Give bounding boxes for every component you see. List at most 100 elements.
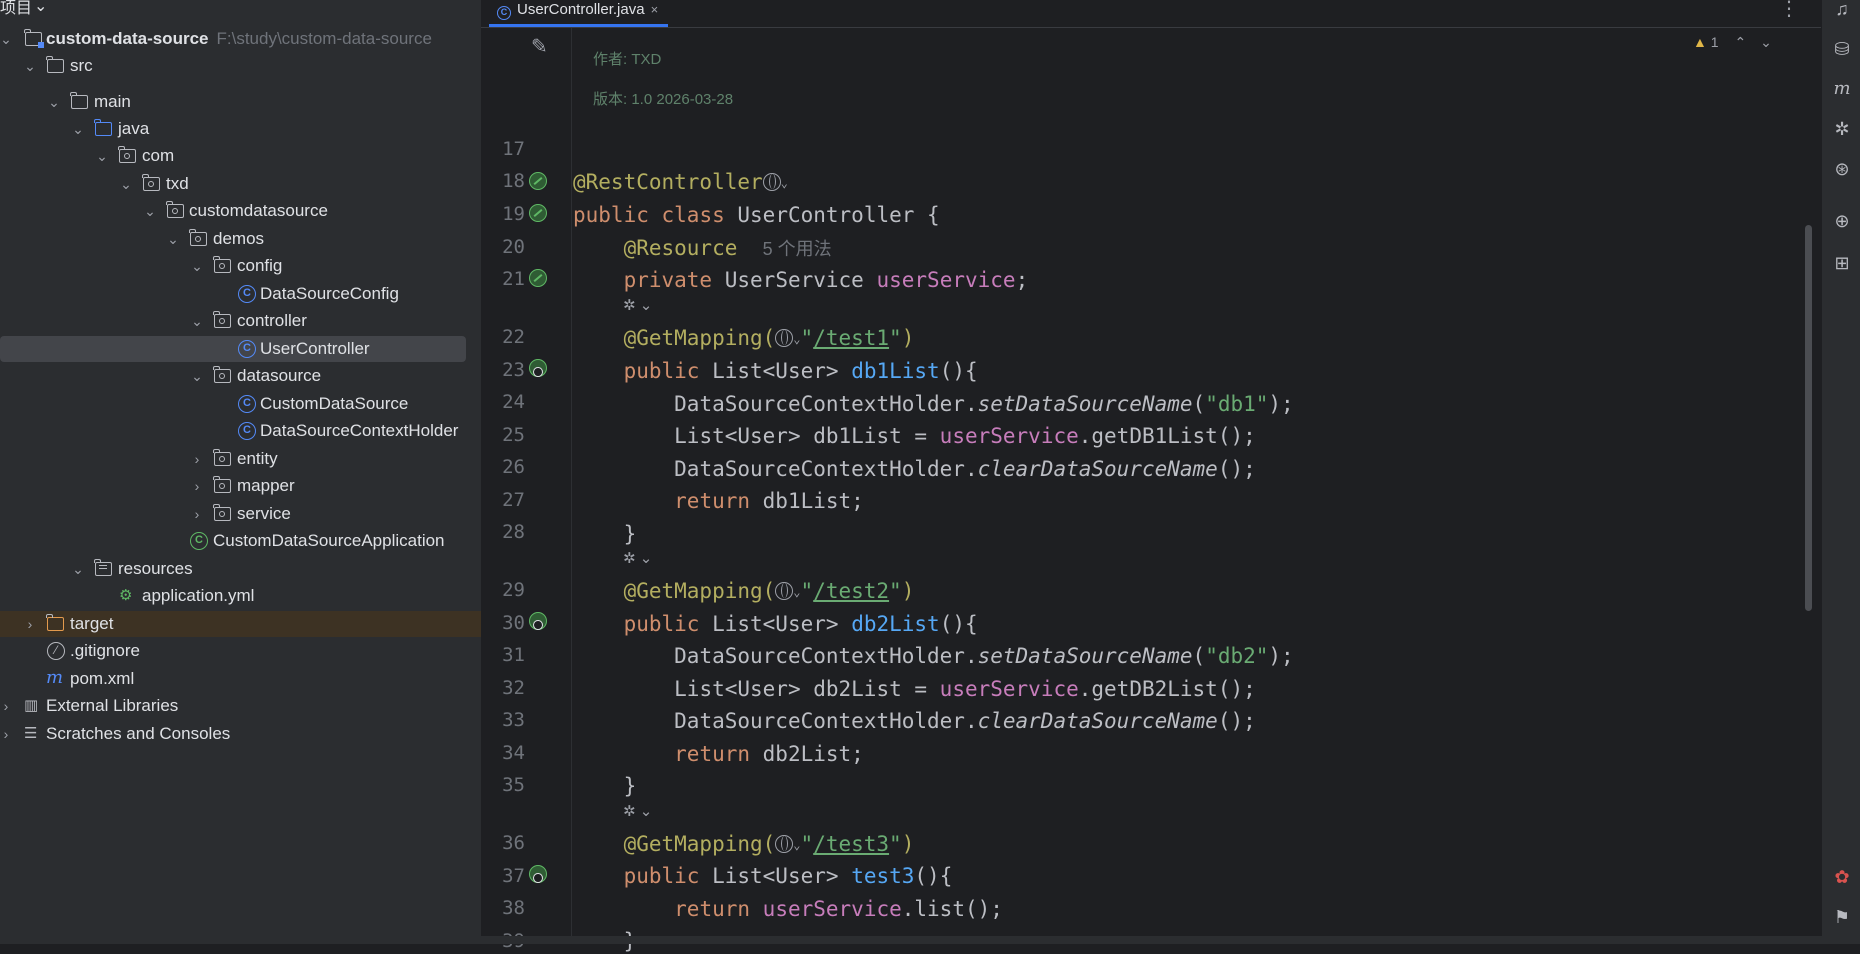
globe-icon[interactable] [775, 582, 794, 600]
endpoint-path[interactable]: /test3 [813, 832, 889, 856]
expand-arrow-icon[interactable]: ⌄ [190, 253, 204, 279]
code-line-31[interactable]: DataSourceContextHolder.setDataSourceNam… [573, 643, 1294, 669]
tree-item-com[interactable]: ⌄ com [0, 143, 481, 169]
expand-arrow-icon[interactable]: ⌄ [119, 171, 133, 197]
ai-assistant-icon[interactable]: ✲ [1831, 118, 1853, 140]
project-header[interactable]: 项目 ⌄ [0, 0, 481, 20]
globe-icon[interactable] [762, 173, 781, 191]
code-line-38[interactable]: return userService.list(); [573, 896, 1003, 922]
expand-arrow-icon[interactable]: ⌄ [95, 143, 109, 169]
tree-item-gitignore[interactable]: ⁄ .gitignore [0, 638, 481, 664]
code-line-22[interactable]: @GetMapping(⌄"/test1") [573, 325, 915, 352]
ai-lens-icon[interactable]: ✲ ⌄ [623, 802, 663, 822]
expand-arrow-icon[interactable]: ⌄ [143, 198, 157, 224]
code-line-20[interactable]: @Resource 5 个用法 [573, 235, 832, 262]
structure-icon[interactable]: ⊞ [1831, 252, 1853, 274]
tree-item-main[interactable]: ⌄ main [0, 89, 481, 115]
tree-item-controller[interactable]: ⌄ controller [0, 308, 481, 334]
chevron-down-icon[interactable]: ⌄ [34, 0, 47, 16]
database-icon[interactable]: ⛁ [1831, 38, 1853, 60]
profiler-icon[interactable]: ✿ [1831, 866, 1853, 888]
expand-arrow-icon[interactable]: ⌄ [71, 556, 85, 582]
code-line-36[interactable]: @GetMapping(⌄"/test3") [573, 831, 915, 858]
chevron-down-icon[interactable]: ⌄ [793, 585, 800, 599]
expand-arrow-icon[interactable]: ⌄ [190, 363, 204, 389]
code-line-29[interactable]: @GetMapping(⌄"/test2") [573, 578, 915, 605]
tree-item-demos[interactable]: ⌄ demos [0, 226, 481, 252]
inspection-widget[interactable]: ▲ 1 ⌃ ⌄ [1693, 34, 1772, 51]
chevron-down-icon[interactable]: ⌄ [781, 176, 788, 190]
expand-arrow-icon[interactable]: ⌄ [23, 53, 37, 79]
jrebel-icon[interactable]: ⚑ [1831, 906, 1853, 928]
tree-item-mapper[interactable]: › mapper [0, 473, 481, 499]
tree-item-pom-xml[interactable]: m pom.xml [0, 666, 481, 692]
more-options-icon[interactable]: ⋮ [1779, 0, 1799, 21]
tree-item-customdatasource[interactable]: ⌄ customdatasource [0, 198, 481, 224]
ai-lens-icon[interactable]: ✲ ⌄ [623, 296, 663, 316]
tree-item-custom-data-source[interactable]: ⌄ custom-data-source F:\study\custom-data… [0, 26, 481, 52]
vertical-scrollbar[interactable] [1805, 225, 1812, 611]
code-line-24[interactable]: DataSourceContextHolder.setDataSourceNam… [573, 391, 1294, 417]
collapse-arrow-icon[interactable]: › [0, 693, 13, 719]
tree-item-config[interactable]: ⌄ config [0, 253, 481, 279]
expand-arrow-icon[interactable]: ⌄ [47, 89, 61, 115]
endpoint-icon[interactable] [529, 359, 547, 377]
collapse-arrow-icon[interactable]: › [190, 501, 204, 527]
code-line-28[interactable]: } [573, 521, 637, 547]
globe-icon[interactable] [775, 835, 794, 853]
tree-item-customdatasourceapplication[interactable]: C CustomDataSourceApplication [0, 528, 481, 554]
tree-item-application-yml[interactable]: ⚙ application.yml [0, 583, 481, 609]
tree-item-entity[interactable]: › entity [0, 446, 481, 472]
code-line-35[interactable]: } [573, 773, 637, 799]
tree-item-target[interactable]: › target [0, 611, 481, 637]
expand-arrow-icon[interactable]: ⌄ [0, 26, 13, 52]
tree-item-resources[interactable]: ⌄ resources [0, 556, 481, 582]
tree-item-datasource[interactable]: ⌄ datasource [0, 363, 481, 389]
previous-highlight-icon[interactable]: ⌃ [1734, 34, 1746, 50]
autowired-navigation-icon[interactable] [529, 269, 547, 287]
next-highlight-icon[interactable]: ⌄ [1760, 34, 1772, 50]
maven-icon[interactable]: m [1831, 78, 1853, 100]
expand-arrow-icon[interactable]: ⌄ [190, 308, 204, 334]
code-line-21[interactable]: private UserService userService; [573, 267, 1029, 293]
chevron-down-icon[interactable]: ⌄ [793, 332, 800, 346]
tree-item-datasourceconfig[interactable]: C DataSourceConfig [0, 281, 481, 307]
collapse-arrow-icon[interactable]: › [190, 446, 204, 472]
expand-arrow-icon[interactable]: ⌄ [166, 226, 180, 252]
globe-icon[interactable] [775, 329, 794, 347]
code-line-23[interactable]: public List<User> db1List(){ [573, 358, 978, 384]
code-line-30[interactable]: public List<User> db2List(){ [573, 611, 978, 637]
usages-hint[interactable]: 5 个用法 [763, 239, 832, 259]
collapse-arrow-icon[interactable]: › [0, 721, 13, 747]
code-line-34[interactable]: return db2List; [573, 741, 864, 767]
code-line-33[interactable]: DataSourceContextHolder.clearDataSourceN… [573, 708, 1256, 734]
python-icon[interactable]: ⊛ [1831, 158, 1853, 180]
code-line-19[interactable]: public class UserController { [573, 202, 940, 228]
ai-lens-icon[interactable]: ✲ ⌄ [623, 549, 663, 569]
tree-item-customdatasource-class[interactable]: C CustomDataSource [0, 391, 481, 417]
collapse-arrow-icon[interactable]: › [23, 611, 37, 637]
code-line-26[interactable]: DataSourceContextHolder.clearDataSourceN… [573, 456, 1256, 482]
code-line-27[interactable]: return db1List; [573, 488, 864, 514]
code-line-18[interactable]: @RestController ⌄ [573, 169, 788, 196]
collapse-arrow-icon[interactable]: › [190, 473, 204, 499]
tree-item-usercontroller[interactable]: C UserController [0, 336, 466, 362]
spring-bean-icon[interactable] [529, 204, 547, 222]
notifications-icon[interactable]: ♫ [1831, 0, 1853, 20]
code-line-37[interactable]: public List<User> test3(){ [573, 863, 953, 889]
chevron-down-icon[interactable]: ⌄ [793, 838, 800, 852]
endpoint-icon[interactable] [529, 865, 547, 883]
endpoint-icon[interactable] [529, 612, 547, 630]
tree-item-external-libraries[interactable]: › ▥ External Libraries [0, 693, 481, 719]
endpoint-path[interactable]: /test2 [813, 579, 889, 603]
tree-item-txd[interactable]: ⌄ txd [0, 171, 481, 197]
tree-item-datasourcecontextholder[interactable]: C DataSourceContextHolder [0, 418, 481, 444]
services-icon[interactable]: ⊕ [1831, 210, 1853, 232]
endpoint-path[interactable]: /test1 [813, 326, 889, 350]
code-line-32[interactable]: List<User> db2List = userService.getDB2L… [573, 676, 1256, 702]
spring-bean-icon[interactable] [529, 172, 547, 190]
tab-usercontroller-java[interactable]: C UserController.java × [489, 0, 669, 27]
tree-item-java[interactable]: ⌄ java [0, 116, 481, 142]
tree-item-scratches[interactable]: › ☰ Scratches and Consoles [0, 721, 481, 747]
code-line-25[interactable]: List<User> db1List = userService.getDB1L… [573, 423, 1256, 449]
